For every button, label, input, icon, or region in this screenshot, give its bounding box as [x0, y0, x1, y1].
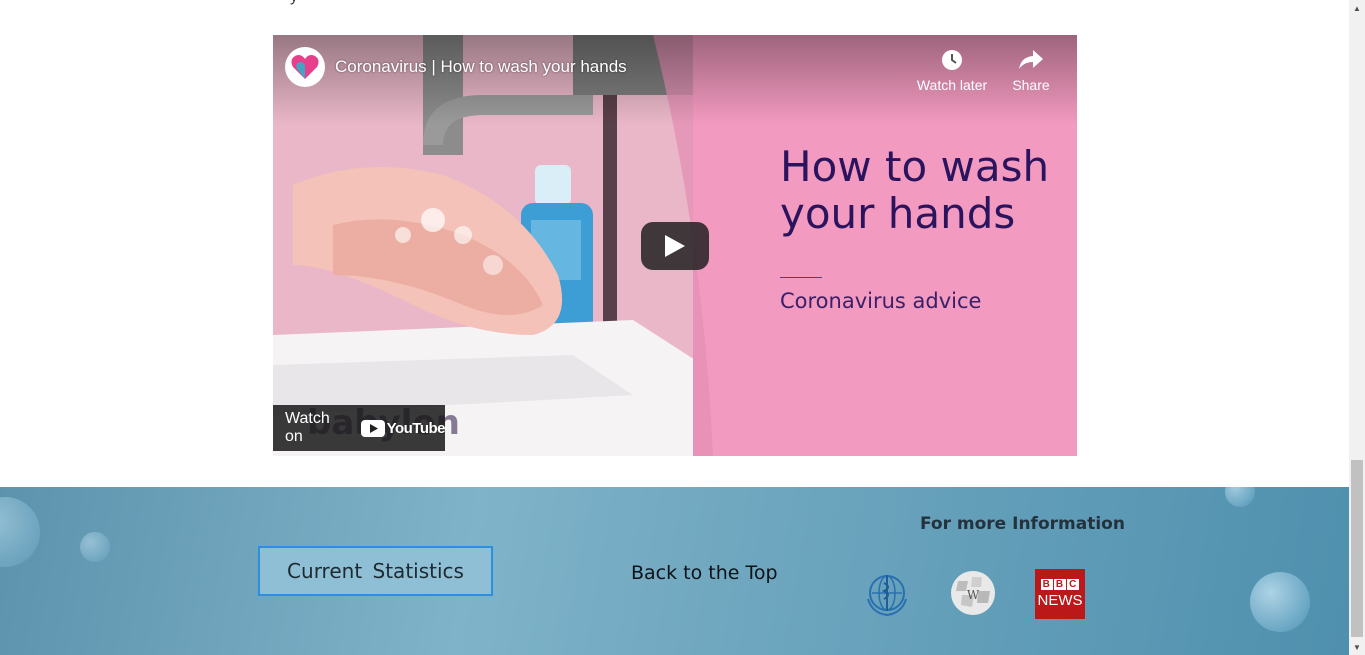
- footer: Current Statistics Back to the Top For m…: [0, 487, 1349, 655]
- bbc-news-label: NEWS: [1037, 592, 1083, 609]
- wikipedia-logo[interactable]: W: [948, 569, 998, 619]
- video-headline: How to wash your hands: [780, 142, 1050, 238]
- youtube-play-icon: [360, 419, 385, 437]
- page: y: [0, 0, 1349, 655]
- bbc-block-letter: C: [1067, 579, 1080, 590]
- decorative-bubble: [0, 497, 40, 567]
- bbc-block-letter: B: [1053, 579, 1067, 590]
- video-sub-headline: Coronavirus advice: [780, 289, 982, 313]
- watch-on-youtube-button[interactable]: Watch on YouTube: [273, 405, 446, 451]
- more-information-heading: For more Information: [920, 514, 1125, 534]
- bbc-block-letter: B: [1040, 579, 1053, 590]
- scrollbar-thumb[interactable]: [1351, 460, 1363, 637]
- decorative-bubble: [1225, 487, 1255, 507]
- share-arrow-icon: [1019, 50, 1043, 69]
- bbc-news-logo[interactable]: B B C NEWS: [1035, 569, 1085, 619]
- decorative-bubble: [1250, 572, 1310, 632]
- play-button[interactable]: [641, 222, 709, 270]
- share-label: Share: [1012, 77, 1050, 93]
- scroll-down-arrow-icon[interactable]: ▼: [1349, 639, 1365, 655]
- wikipedia-globe-icon: W: [951, 571, 995, 615]
- youtube-logo: YouTube: [360, 419, 446, 437]
- channel-avatar[interactable]: [285, 47, 325, 87]
- decorative-bubble: [80, 532, 110, 562]
- partial-paragraph-text: y: [290, 0, 298, 6]
- who-emblem-icon: [867, 575, 907, 617]
- who-logo[interactable]: [862, 569, 912, 619]
- watch-later-label: Watch later: [916, 77, 988, 93]
- current-statistics-button[interactable]: Current Statistics: [258, 546, 493, 596]
- youtube-embed[interactable]: Coronavirus | How to wash your hands Wat…: [273, 35, 1077, 456]
- play-icon: [665, 235, 685, 257]
- back-to-top-link[interactable]: Back to the Top: [631, 562, 778, 584]
- bbc-blocks: B B C: [1040, 579, 1080, 590]
- channel-heart-icon: [291, 55, 319, 79]
- page-scrollbar[interactable]: ▲ ▼: [1349, 0, 1365, 655]
- scroll-up-arrow-icon[interactable]: ▲: [1349, 0, 1365, 16]
- video-title[interactable]: Coronavirus | How to wash your hands: [335, 57, 627, 77]
- watch-later-button[interactable]: Watch later: [912, 47, 992, 93]
- youtube-wordmark: YouTube: [386, 419, 446, 437]
- share-button[interactable]: Share: [991, 47, 1071, 93]
- watch-on-label: Watch on: [285, 410, 330, 445]
- svg-text:W: W: [967, 588, 980, 602]
- headline-divider: [780, 277, 822, 278]
- clock-icon: [942, 50, 962, 70]
